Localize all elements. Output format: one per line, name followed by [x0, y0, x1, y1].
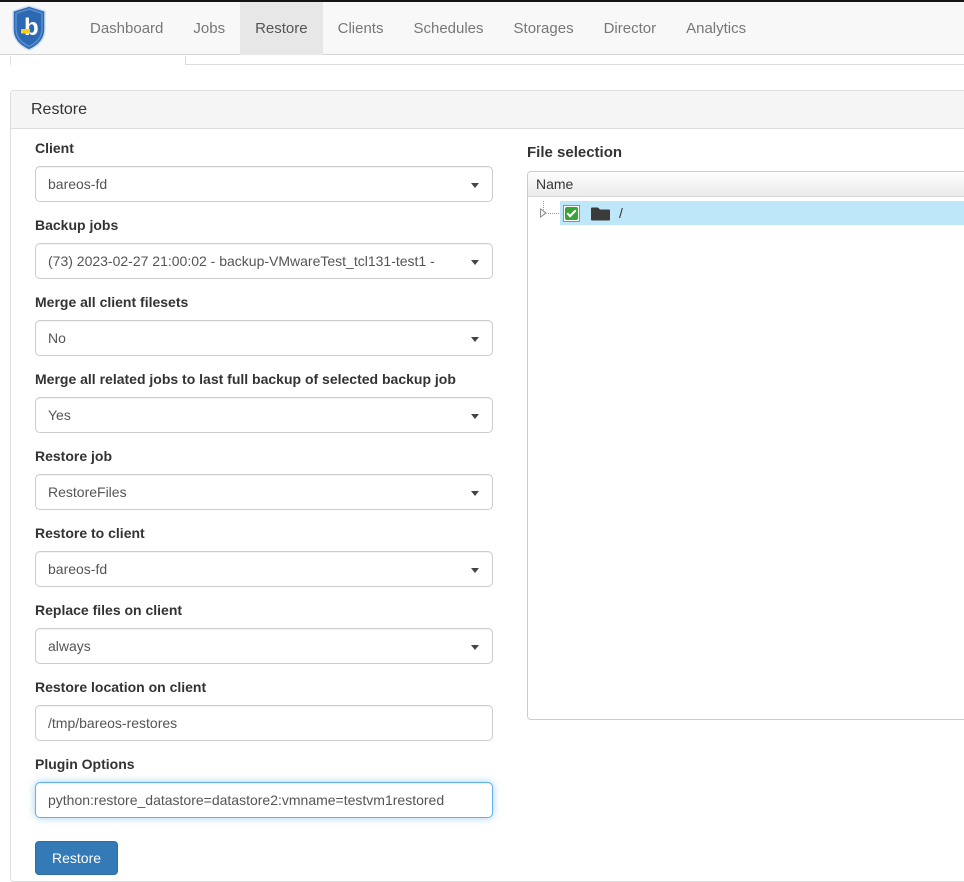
bareos-logo[interactable]: b	[12, 5, 46, 51]
nav-item-analytics[interactable]: Analytics	[671, 2, 761, 55]
tree-row-root[interactable]: /	[528, 201, 964, 225]
replace-files-label: Replace files on client	[35, 602, 493, 618]
form-group-restore-to-client: Restore to client bareos-fd	[35, 525, 493, 587]
chevron-down-icon	[471, 645, 479, 650]
expand-arrow-icon[interactable]	[536, 201, 560, 225]
restore-job-label: Restore job	[35, 448, 493, 464]
restore-form: Client bareos-fd Backup jobs (73) 2023-0…	[35, 140, 493, 875]
merge-filesets-select-value: No	[48, 330, 462, 346]
restore-button[interactable]: Restore	[35, 841, 118, 875]
replace-files-select-value: always	[48, 638, 462, 654]
restore-location-label: Restore location on client	[35, 679, 493, 695]
tree-node-label: /	[619, 205, 623, 221]
client-select[interactable]: bareos-fd	[35, 166, 493, 202]
nav-menu: Dashboard Jobs Restore Clients Schedules…	[75, 2, 761, 55]
form-group-backup-jobs: Backup jobs (73) 2023-02-27 21:00:02 - b…	[35, 217, 493, 279]
svg-text:b: b	[24, 14, 39, 41]
file-selection-section: File selection Name /	[527, 140, 964, 720]
form-group-restore-location: Restore location on client	[35, 679, 493, 741]
restore-to-client-select-value: bareos-fd	[48, 561, 462, 577]
selected-row-highlight[interactable]: /	[560, 201, 964, 225]
tab-strip	[0, 56, 964, 90]
nav-item-storages[interactable]: Storages	[499, 2, 589, 55]
form-group-replace-files: Replace files on client always	[35, 602, 493, 664]
panel-title: Restore	[11, 91, 964, 129]
chevron-down-icon	[471, 568, 479, 573]
file-selection-tree: Name /	[527, 171, 964, 720]
file-selection-title: File selection	[527, 144, 964, 161]
checkmark-icon	[565, 207, 578, 220]
form-group-merge-related: Merge all related jobs to last full back…	[35, 371, 493, 433]
client-label: Client	[35, 140, 493, 156]
nav-item-director[interactable]: Director	[589, 2, 672, 55]
nav-item-restore[interactable]: Restore	[240, 2, 323, 55]
form-group-restore-job: Restore job RestoreFiles	[35, 448, 493, 510]
nav-item-schedules[interactable]: Schedules	[398, 2, 498, 55]
nav-item-clients[interactable]: Clients	[323, 2, 399, 55]
checkbox-checked-icon[interactable]	[563, 205, 580, 222]
plugin-options-label: Plugin Options	[35, 756, 493, 772]
folder-icon	[590, 205, 611, 222]
restore-to-client-label: Restore to client	[35, 525, 493, 541]
restore-job-select-value: RestoreFiles	[48, 484, 462, 500]
merge-filesets-label: Merge all client filesets	[35, 294, 493, 310]
chevron-down-icon	[471, 260, 479, 265]
form-group-client: Client bareos-fd	[35, 140, 493, 202]
chevron-down-icon	[471, 491, 479, 496]
merge-related-select[interactable]: Yes	[35, 397, 493, 433]
chevron-down-icon	[471, 183, 479, 188]
nav-item-jobs[interactable]: Jobs	[178, 2, 240, 55]
active-tab-remnant[interactable]	[10, 56, 186, 65]
merge-related-select-value: Yes	[48, 407, 462, 423]
restore-location-input[interactable]	[35, 705, 493, 741]
form-group-merge-filesets: Merge all client filesets No	[35, 294, 493, 356]
merge-filesets-select[interactable]: No	[35, 320, 493, 356]
backup-jobs-label: Backup jobs	[35, 217, 493, 233]
plugin-options-input[interactable]	[35, 782, 493, 818]
nav-item-dashboard[interactable]: Dashboard	[75, 2, 178, 55]
bareos-shield-icon: b	[12, 5, 46, 51]
merge-related-label: Merge all related jobs to last full back…	[35, 371, 493, 387]
triangle-inner	[541, 210, 545, 216]
form-group-plugin-options: Plugin Options	[35, 756, 493, 818]
restore-to-client-select[interactable]: bareos-fd	[35, 551, 493, 587]
replace-files-select[interactable]: always	[35, 628, 493, 664]
tree-column-header-name[interactable]: Name	[528, 172, 964, 197]
restore-job-select[interactable]: RestoreFiles	[35, 474, 493, 510]
backup-jobs-select[interactable]: (73) 2023-02-27 21:00:02 - backup-VMware…	[35, 243, 493, 279]
client-select-value: bareos-fd	[48, 176, 462, 192]
tree-column-header-label: Name	[536, 176, 573, 192]
tab-bar-border	[186, 64, 964, 65]
chevron-down-icon	[471, 337, 479, 342]
main-navbar: b Dashboard Jobs Restore Clients Schedul…	[0, 2, 964, 55]
backup-jobs-select-value: (73) 2023-02-27 21:00:02 - backup-VMware…	[48, 253, 462, 269]
chevron-down-icon	[471, 414, 479, 419]
